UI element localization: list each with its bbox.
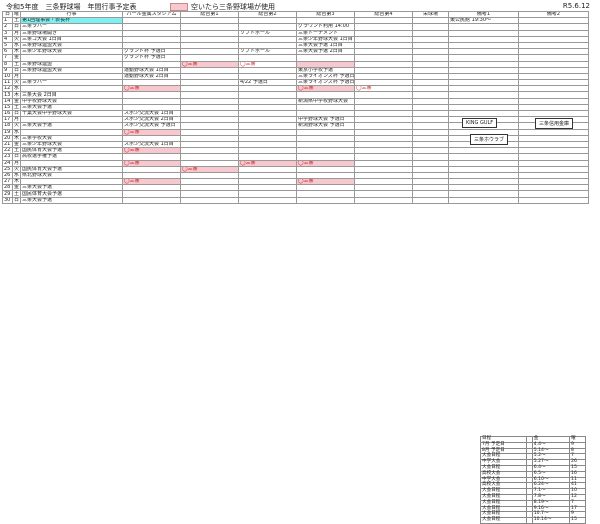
document-date: R5.6.12 xyxy=(562,2,590,10)
table-cell: スポ少交流大会 1日目 xyxy=(122,140,181,149)
table-row: 30 日三条大会予選 xyxy=(2,196,589,204)
table-cell xyxy=(238,196,297,204)
table-cell: 30 xyxy=(2,196,13,204)
totals-body: 7月 予定日 4.4〜 9 8月 予定日 5.14〜 8 大会日程 5.2〜 7 中学大会 5.27… xyxy=(479,441,586,524)
schedule-page: 令和5年度 三条野球場 年間行事予定表 空いたら三条野球場が使用 R5.6.12… xyxy=(0,0,600,524)
table-cell xyxy=(518,196,589,204)
table-cell: スポ少交流大会 予選日 xyxy=(122,122,181,130)
totals-cell: 15 xyxy=(569,517,586,524)
table-cell xyxy=(296,196,355,204)
schedule-body: 1 土第1回理事会・表長杯 東公民館 19:30〜 2 日三条ラバー グラウンド利用 14… xyxy=(2,17,589,204)
table-cell: 三条少年野球大会 1日目 xyxy=(296,35,355,43)
note-box: 三条信用金庫 xyxy=(535,118,574,129)
column-header: パール金属スタジアム xyxy=(122,10,181,19)
table-cell: 日 xyxy=(12,196,21,204)
table-cell: 三条大会予選 xyxy=(20,196,123,204)
table-cell xyxy=(180,196,239,204)
note-box: 三条ホウラブ xyxy=(470,134,509,145)
table-cell xyxy=(412,196,449,204)
table-cell xyxy=(354,196,413,204)
table-cell xyxy=(122,196,181,204)
totals-row: 大会日程 10.14〜 15 xyxy=(479,517,586,524)
totals-cell: 大会日程 xyxy=(479,517,528,524)
table-cell: スポ少交流大会 1日目 xyxy=(122,109,181,118)
table-cell: 新潟県中学校野球大会 xyxy=(296,97,355,105)
table-cell: スポ少交流大会 2日目 xyxy=(122,116,181,124)
legend-swatch xyxy=(170,3,188,11)
schedule-table: 日曜行事 パール金属スタジアム 総合第1 総合第2 総合第3 総合第4 栄球場 備考1 備考2 … xyxy=(2,10,589,204)
table-cell: グラウンド利用 14:00 xyxy=(296,23,355,31)
note-box: KING GULF xyxy=(462,118,498,128)
table-cell xyxy=(448,196,519,204)
table-cell: 三条ライオンズ杯 予選日 xyxy=(296,79,355,87)
table-cell: 三条ライオンズ杯 予選日 xyxy=(296,72,355,81)
totals-cell: 10.14〜 xyxy=(531,517,571,524)
